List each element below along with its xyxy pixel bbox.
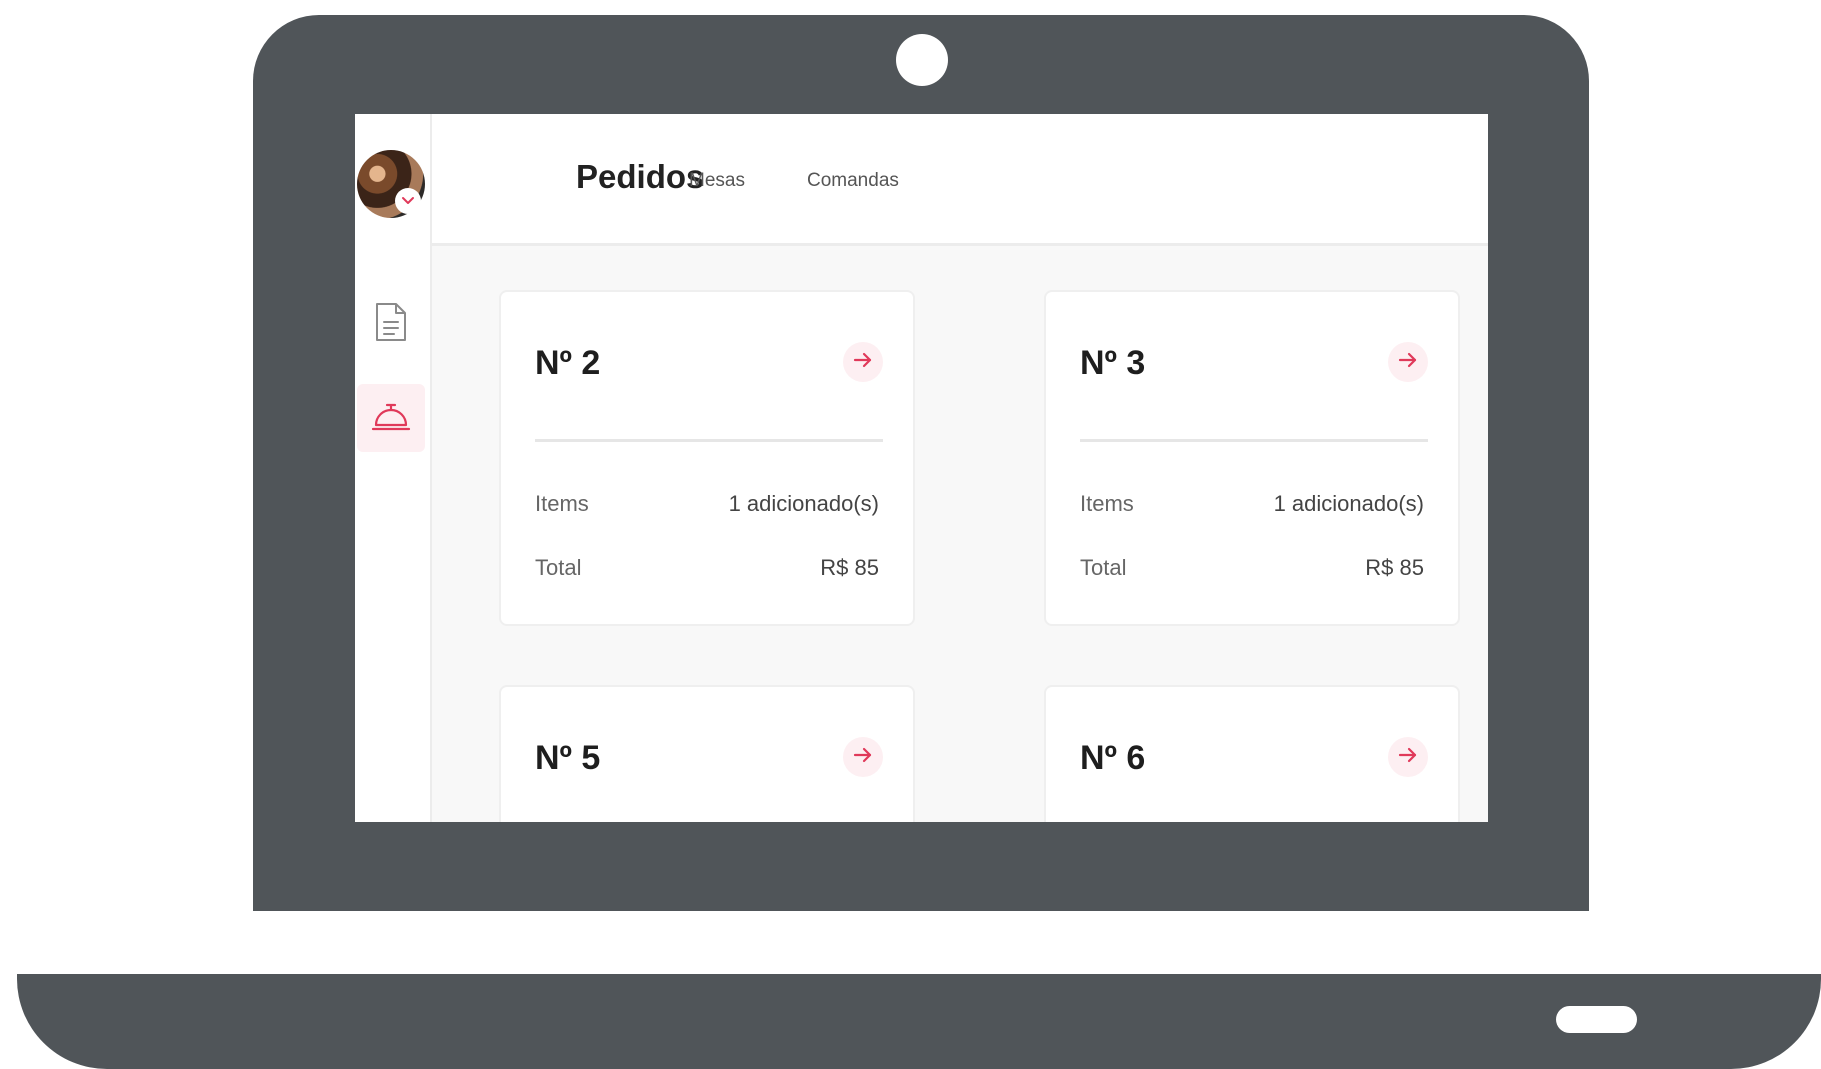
open-order-button[interactable] (843, 737, 883, 777)
open-order-button[interactable] (1388, 342, 1428, 382)
items-label: Items (535, 491, 589, 516)
app-screen: Pedidos Mesas Comandas Nº 2 Items 1 adic… (355, 114, 1488, 822)
total-label: Total (535, 555, 582, 580)
card-divider (535, 439, 883, 442)
page-title: Pedidos (576, 158, 705, 195)
document-icon (373, 301, 409, 348)
tab-mesas[interactable]: Mesas (689, 170, 745, 192)
sidebar (355, 114, 432, 822)
items-value: 1 adicionado(s) (1273, 491, 1424, 516)
open-order-button[interactable] (843, 342, 883, 382)
order-number: Nº 2 (535, 344, 601, 382)
laptop-base (17, 974, 1821, 1069)
total-value: R$ 85 (1365, 555, 1424, 580)
order-number: Nº 6 (1080, 739, 1146, 777)
avatar[interactable] (357, 150, 425, 218)
order-card[interactable]: Nº 5 (499, 685, 915, 822)
food-cloche-icon (371, 399, 411, 438)
card-divider (1080, 439, 1428, 442)
order-number: Nº 5 (535, 739, 601, 777)
total-value: R$ 85 (820, 555, 879, 580)
order-number: Nº 3 (1080, 344, 1146, 382)
items-value: 1 adicionado(s) (728, 491, 879, 516)
items-label: Items (1080, 491, 1134, 516)
arrow-right-icon (852, 744, 874, 771)
camera-dot (896, 34, 948, 86)
arrow-right-icon (1397, 744, 1419, 771)
order-card[interactable]: Nº 2 Items 1 adicionado(s) Total R$ 85 (499, 290, 915, 626)
laptop-mockup: Pedidos Mesas Comandas Nº 2 Items 1 adic… (0, 0, 1821, 1069)
topbar: Pedidos Mesas Comandas (432, 114, 1488, 246)
order-card[interactable]: Nº 3 Items 1 adicionado(s) Total R$ 85 (1044, 290, 1460, 626)
tab-comandas[interactable]: Comandas (807, 170, 899, 192)
sidebar-item-orders-list[interactable] (357, 290, 425, 358)
chevron-down-icon[interactable] (395, 188, 421, 214)
open-order-button[interactable] (1388, 737, 1428, 777)
total-label: Total (1080, 555, 1127, 580)
order-card[interactable]: Nº 6 (1044, 685, 1460, 822)
sidebar-item-orders[interactable] (357, 384, 425, 452)
laptop-base-slot (1556, 1006, 1637, 1033)
arrow-right-icon (852, 349, 874, 376)
arrow-right-icon (1397, 349, 1419, 376)
